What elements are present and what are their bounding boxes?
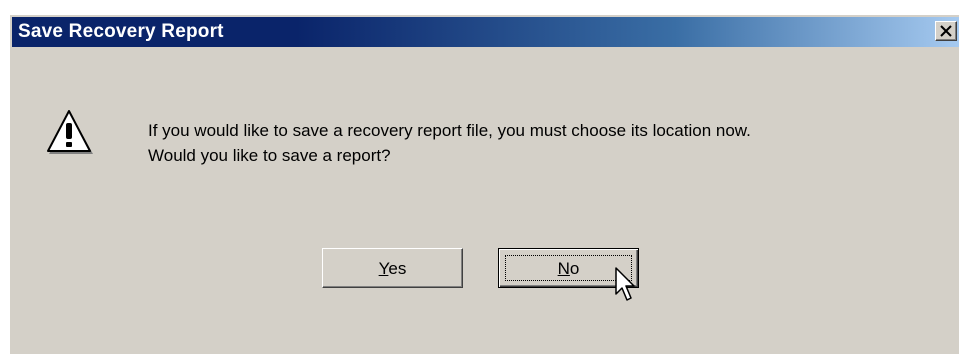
yes-rest: es [388, 259, 407, 278]
mouse-cursor-icon [615, 267, 635, 301]
title-bar[interactable]: Save Recovery Report [12, 17, 959, 47]
yes-button-label: Yes [323, 259, 462, 279]
message-line-2: Would you like to save a report? [148, 146, 391, 165]
message-line-1: If you would like to save a recovery rep… [148, 121, 751, 140]
dialog-title: Save Recovery Report [18, 21, 224, 42]
close-button[interactable] [935, 21, 957, 41]
save-recovery-report-dialog: Save Recovery Report If you would like t… [9, 14, 959, 354]
warning-icon [47, 110, 93, 154]
yes-accelerator: Y [378, 259, 389, 278]
yes-button[interactable]: Yes [322, 248, 463, 288]
no-accelerator: N [557, 259, 570, 278]
no-rest: o [569, 259, 580, 278]
message-text: If you would like to save a recovery rep… [148, 118, 751, 168]
close-icon [940, 25, 952, 37]
